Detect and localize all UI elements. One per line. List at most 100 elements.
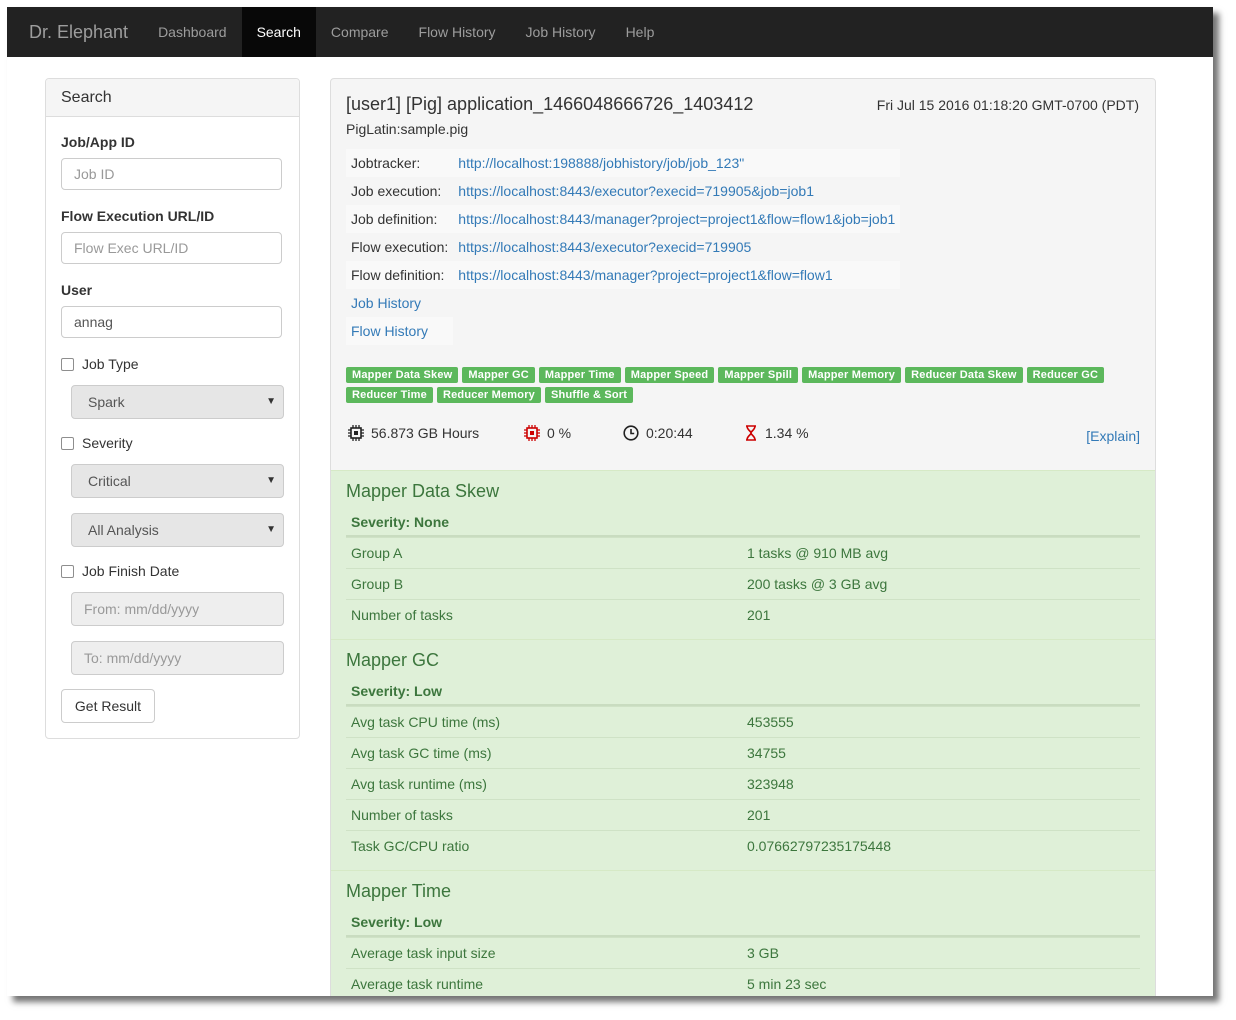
heuristic-section-mapper-gc: Mapper GC Severity: Low Avg task CPU tim… [331,639,1155,871]
chevron-down-icon: ▼ [266,475,276,486]
metric-name: Avg task runtime (ms) [351,776,487,792]
table-row: Group A 1 tasks @ 910 MB avg [346,537,1140,569]
finish-date-checkbox[interactable] [61,564,74,578]
metric-name: Number of tasks [351,807,453,823]
severity-toggle[interactable]: Severity [61,435,133,451]
metric-value: 34755 [747,745,786,761]
severity-header: Severity: None [346,508,1140,537]
badge-mapper-memory[interactable]: Mapper Memory [802,367,902,383]
severity-label: Severity [82,435,133,451]
brand-logo[interactable]: Dr. Elephant [7,7,143,57]
cpu-chip-red-icon [524,425,540,441]
job-subtitle: PigLatin:sample.pig [346,121,469,137]
metric-value: 200 tasks @ 3 GB avg [747,576,888,592]
nav-flow-history[interactable]: Flow History [404,7,511,57]
metric-value: 5 min 23 sec [747,976,827,992]
metric-name: Avg task GC time (ms) [351,745,492,761]
metric-value: 453555 [747,714,794,730]
table-row: Job History [346,289,900,317]
cpu-chip-icon [348,425,364,441]
table-row: Avg task runtime (ms) 323948 [346,768,1140,800]
from-date-input[interactable] [71,592,284,626]
badge-mapper-data-skew[interactable]: Mapper Data Skew [346,367,459,383]
runtime-value: 0:20:44 [646,425,693,441]
table-row: Job execution: https://localhost:8443/ex… [346,177,900,205]
badge-mapper-time[interactable]: Mapper Time [538,367,621,383]
runtime-stat: 0:20:44 [623,425,693,441]
search-panel-title: Search [46,79,299,117]
resource-usage-value: 56.873 GB Hours [371,425,480,441]
job-type-checkbox[interactable] [61,357,74,371]
metric-name: Average task runtime [351,976,484,992]
clock-icon [623,425,639,441]
table-row: Average task runtime 5 min 23 sec [346,968,1140,996]
nav-compare[interactable]: Compare [316,7,404,57]
job-detail-panel: [user1] [Pig] application_1466048666726_… [330,78,1156,996]
job-definition-link[interactable]: https://localhost:8443/manager?project=p… [458,211,895,227]
jobtracker-link[interactable]: http://localhost:198888/jobhistory/job/j… [458,155,744,171]
nav-dashboard[interactable]: Dashboard [143,7,242,57]
wait-time-stat: 1.34 % [744,425,809,441]
finish-date-toggle[interactable]: Job Finish Date [61,563,179,579]
metric-value: 3 GB [747,945,779,961]
job-id-label: Job/App ID [61,134,135,150]
table-row: Number of tasks 201 [346,799,1140,831]
link-key: Flow execution: [351,239,449,255]
flow-history-link[interactable]: Flow History [351,323,428,339]
wasted-resource-value: 0 % [547,425,572,441]
job-history-link[interactable]: Job History [351,295,421,311]
top-navbar: Dr. Elephant Dashboard Search Compare Fl… [7,7,1213,57]
badge-shuffle-sort[interactable]: Shuffle & Sort [545,387,634,403]
wasted-resource-stat: 0 % [524,425,571,441]
severity-select[interactable]: Critical ▼ [71,464,284,498]
metric-value: 323948 [747,776,794,792]
flow-exec-input[interactable] [61,232,282,264]
job-links-table: Jobtracker: http://localhost:198888/jobh… [346,149,901,345]
wait-time-value: 1.34 % [765,425,809,441]
get-result-button[interactable]: Get Result [61,689,155,723]
flow-definition-link[interactable]: https://localhost:8443/manager?project=p… [458,267,832,283]
metric-value: 201 [747,607,771,623]
severity-header: Severity: Low [346,908,1140,937]
flow-execution-link[interactable]: https://localhost:8443/executor?execid=7… [458,239,751,255]
metric-value: 1 tasks @ 910 MB avg [747,545,889,561]
table-row: Flow History [346,317,901,345]
metric-name: Task GC/CPU ratio [351,838,470,854]
user-input[interactable] [61,306,282,338]
badge-reducer-gc[interactable]: Reducer GC [1026,367,1105,383]
severity-value: Critical [88,473,131,489]
severity-header: Severity: Low [346,677,1140,706]
job-date: Fri Jul 15 2016 01:18:20 GMT-0700 (PDT) [876,97,1139,113]
metric-name: Avg task CPU time (ms) [351,714,501,730]
job-id-input[interactable] [61,158,282,190]
job-type-select[interactable]: Spark ▼ [71,385,284,419]
nav-job-history[interactable]: Job History [511,7,611,57]
heuristic-section-mapper-data-skew: Mapper Data Skew Severity: None Group A … [331,470,1155,640]
nav-help[interactable]: Help [611,7,670,57]
app-window: Dr. Elephant Dashboard Search Compare Fl… [7,7,1213,996]
table-row: Avg task GC time (ms) 34755 [346,737,1140,769]
badge-mapper-speed[interactable]: Mapper Speed [624,367,715,383]
badge-mapper-gc[interactable]: Mapper GC [462,367,535,383]
link-key: Jobtracker: [346,149,454,177]
badge-reducer-time[interactable]: Reducer Time [346,387,433,403]
job-type-toggle[interactable]: Job Type [61,356,139,372]
metric-value: 0.07662797235175448 [747,838,892,854]
to-date-input[interactable] [71,641,284,675]
badge-reducer-data-skew[interactable]: Reducer Data Skew [905,367,1023,383]
explain-link[interactable]: [Explain] [1086,428,1140,444]
job-execution-link[interactable]: https://localhost:8443/executor?execid=7… [458,183,814,199]
severity-checkbox[interactable] [61,436,74,450]
flow-exec-label: Flow Execution URL/ID [61,208,215,224]
user-label: User [61,282,93,298]
nav-search[interactable]: Search [241,7,316,57]
table-row: Task GC/CPU ratio 0.07662797235175448 [346,830,1140,862]
section-title: Mapper Data Skew [346,481,500,501]
table-row: Job definition: https://localhost:8443/m… [346,205,901,233]
badge-reducer-memory[interactable]: Reducer Memory [436,387,542,403]
finish-date-label: Job Finish Date [82,563,180,579]
analysis-select[interactable]: All Analysis ▼ [71,513,284,547]
badge-mapper-spill[interactable]: Mapper Spill [718,367,799,383]
analysis-value: All Analysis [88,522,159,538]
table-row: Number of tasks 201 [346,599,1140,631]
